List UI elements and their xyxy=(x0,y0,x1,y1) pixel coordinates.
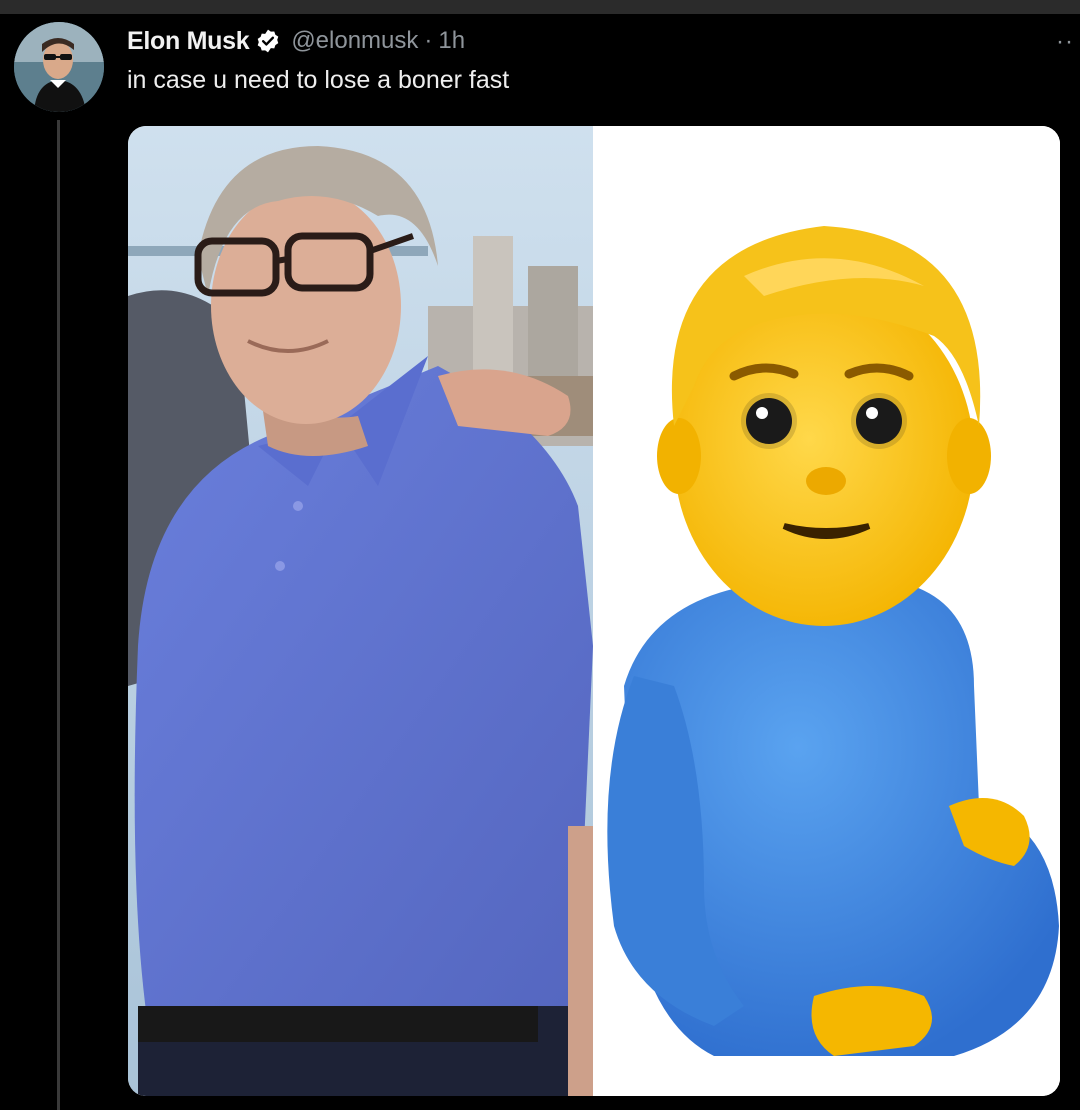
tweet-timestamp[interactable]: 1h xyxy=(438,27,465,55)
tweet-text: in case u need to lose a boner fast xyxy=(127,66,510,94)
tweet-media[interactable] xyxy=(128,126,1060,1096)
tweet-header: Elon Musk @elonmusk · 1h xyxy=(127,26,465,56)
thread-connector-line xyxy=(57,120,60,1110)
more-options-icon[interactable]: ·· xyxy=(1056,28,1074,56)
avatar-image xyxy=(14,22,104,112)
author-name[interactable]: Elon Musk xyxy=(127,27,250,56)
status-bar xyxy=(0,0,1080,14)
verified-badge-icon xyxy=(258,29,279,53)
author-handle[interactable]: @elonmusk xyxy=(291,27,418,55)
pregnant-man-emoji-image xyxy=(594,126,1060,1096)
separator-dot: · xyxy=(424,27,433,54)
photo-man-blue-shirt xyxy=(128,126,593,1096)
author-avatar[interactable] xyxy=(14,22,104,112)
